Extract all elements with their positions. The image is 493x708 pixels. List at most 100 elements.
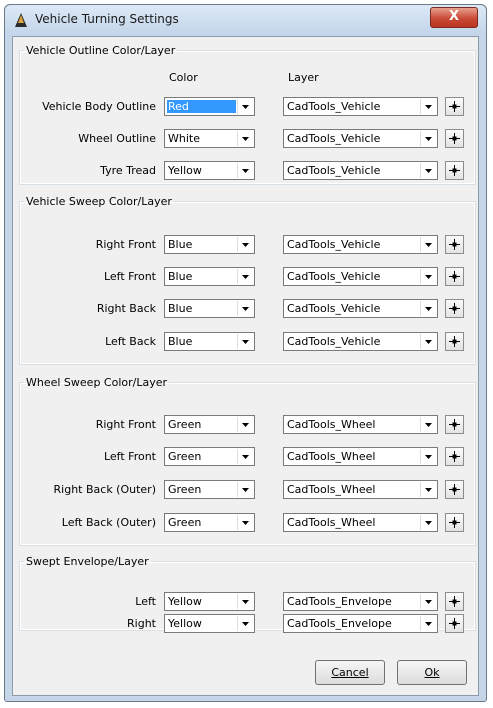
chevron-down-icon[interactable] — [420, 334, 436, 349]
chevron-down-icon[interactable] — [237, 482, 253, 497]
window-title: Vehicle Turning Settings — [35, 12, 179, 26]
color-dropdown[interactable]: Green — [164, 513, 255, 532]
group-title: Vehicle Outline Color/Layer — [26, 44, 176, 57]
pick-layer-button[interactable] — [445, 299, 464, 318]
layer-dropdown[interactable]: CadTools_Envelope — [283, 592, 438, 611]
chevron-down-icon[interactable] — [237, 301, 253, 316]
layer-dropdown[interactable]: CadTools_Vehicle — [283, 299, 438, 318]
layer-value: CadTools_Wheel — [287, 483, 376, 496]
cancel-button[interactable]: Cancel — [315, 660, 385, 685]
color-value: Blue — [168, 335, 193, 348]
layer-dropdown[interactable]: CadTools_Vehicle — [283, 129, 438, 148]
chevron-down-icon[interactable] — [237, 99, 253, 114]
pick-layer-button[interactable] — [445, 614, 464, 633]
layer-value: CadTools_Vehicle — [287, 270, 381, 283]
pick-layer-button[interactable] — [445, 267, 464, 286]
layer-value: CadTools_Vehicle — [287, 335, 381, 348]
color-value: Red — [167, 100, 236, 113]
chevron-down-icon[interactable] — [237, 616, 253, 631]
chevron-down-icon[interactable] — [420, 99, 436, 114]
layer-value: CadTools_Wheel — [287, 418, 376, 431]
color-dropdown[interactable]: Green — [164, 415, 255, 434]
row-label: Vehicle Body Outline — [42, 100, 156, 113]
title-bar[interactable]: Vehicle Turning Settings X — [5, 5, 486, 35]
layer-dropdown[interactable]: CadTools_Wheel — [283, 447, 438, 466]
layer-dropdown[interactable]: CadTools_Wheel — [283, 513, 438, 532]
color-dropdown[interactable]: Yellow — [164, 614, 255, 633]
chevron-down-icon[interactable] — [420, 417, 436, 432]
chevron-down-icon[interactable] — [420, 482, 436, 497]
pick-layer-button[interactable] — [445, 592, 464, 611]
color-value: Green — [168, 418, 202, 431]
app-cone-icon — [15, 13, 27, 27]
color-value: Blue — [168, 270, 193, 283]
color-dropdown[interactable]: Blue — [164, 235, 255, 254]
pick-layer-button[interactable] — [445, 513, 464, 532]
pick-layer-button[interactable] — [445, 447, 464, 466]
color-value: Blue — [168, 302, 193, 315]
pick-layer-button[interactable] — [445, 480, 464, 499]
color-dropdown[interactable]: Green — [164, 447, 255, 466]
ok-label: Ok — [424, 666, 440, 679]
group-title: Wheel Sweep Color/Layer — [26, 376, 168, 389]
layer-value: CadTools_Vehicle — [287, 164, 381, 177]
layer-dropdown[interactable]: CadTools_Vehicle — [283, 161, 438, 180]
chevron-down-icon[interactable] — [237, 594, 253, 609]
row-label: Right Front — [95, 418, 156, 431]
chevron-down-icon[interactable] — [237, 449, 253, 464]
chevron-down-icon[interactable] — [420, 616, 436, 631]
chevron-down-icon[interactable] — [420, 515, 436, 530]
chevron-down-icon[interactable] — [237, 269, 253, 284]
row-label: Left Front — [103, 270, 156, 283]
color-value: Green — [168, 483, 202, 496]
layer-dropdown[interactable]: CadTools_Vehicle — [283, 267, 438, 286]
layer-value: CadTools_Envelope — [287, 595, 392, 608]
pick-layer-button[interactable] — [445, 129, 464, 148]
layer-dropdown[interactable]: CadTools_Wheel — [283, 480, 438, 499]
row-label: Left Back — [105, 335, 156, 348]
chevron-down-icon[interactable] — [420, 301, 436, 316]
color-dropdown[interactable]: Blue — [164, 299, 255, 318]
chevron-down-icon[interactable] — [237, 417, 253, 432]
pick-layer-button[interactable] — [445, 161, 464, 180]
color-dropdown[interactable]: Red — [164, 97, 255, 116]
color-column-header: Color — [169, 71, 198, 84]
chevron-down-icon[interactable] — [420, 594, 436, 609]
color-dropdown[interactable]: Blue — [164, 267, 255, 286]
pick-layer-button[interactable] — [445, 97, 464, 116]
chevron-down-icon[interactable] — [420, 163, 436, 178]
chevron-down-icon[interactable] — [237, 237, 253, 252]
color-dropdown[interactable]: White — [164, 129, 255, 148]
color-value: Green — [168, 450, 202, 463]
ok-button[interactable]: Ok — [397, 660, 467, 685]
layer-value: CadTools_Vehicle — [287, 132, 381, 145]
group-title: Swept Envelope/Layer — [26, 555, 149, 568]
color-dropdown[interactable]: Yellow — [164, 161, 255, 180]
chevron-down-icon[interactable] — [420, 237, 436, 252]
layer-value: CadTools_Vehicle — [287, 238, 381, 251]
layer-dropdown[interactable]: CadTools_Vehicle — [283, 235, 438, 254]
chevron-down-icon[interactable] — [420, 449, 436, 464]
pick-layer-button[interactable] — [445, 415, 464, 434]
color-value: Blue — [168, 238, 193, 251]
row-label: Wheel Outline — [78, 132, 156, 145]
layer-dropdown[interactable]: CadTools_Vehicle — [283, 97, 438, 116]
close-button[interactable]: X — [430, 7, 478, 28]
pick-layer-button[interactable] — [445, 235, 464, 254]
layer-dropdown[interactable]: CadTools_Envelope — [283, 614, 438, 633]
layer-dropdown[interactable]: CadTools_Wheel — [283, 415, 438, 434]
pick-layer-button[interactable] — [445, 332, 464, 351]
chevron-down-icon[interactable] — [420, 131, 436, 146]
color-dropdown[interactable]: Blue — [164, 332, 255, 351]
chevron-down-icon[interactable] — [237, 515, 253, 530]
layer-dropdown[interactable]: CadTools_Vehicle — [283, 332, 438, 351]
chevron-down-icon[interactable] — [237, 131, 253, 146]
color-value: Green — [168, 516, 202, 529]
chevron-down-icon[interactable] — [237, 163, 253, 178]
color-dropdown[interactable]: Green — [164, 480, 255, 499]
dialog-body: Vehicle Outline Color/Layer Color Layer … — [12, 36, 479, 696]
layer-value: CadTools_Envelope — [287, 617, 392, 630]
chevron-down-icon[interactable] — [237, 334, 253, 349]
color-dropdown[interactable]: Yellow — [164, 592, 255, 611]
chevron-down-icon[interactable] — [420, 269, 436, 284]
